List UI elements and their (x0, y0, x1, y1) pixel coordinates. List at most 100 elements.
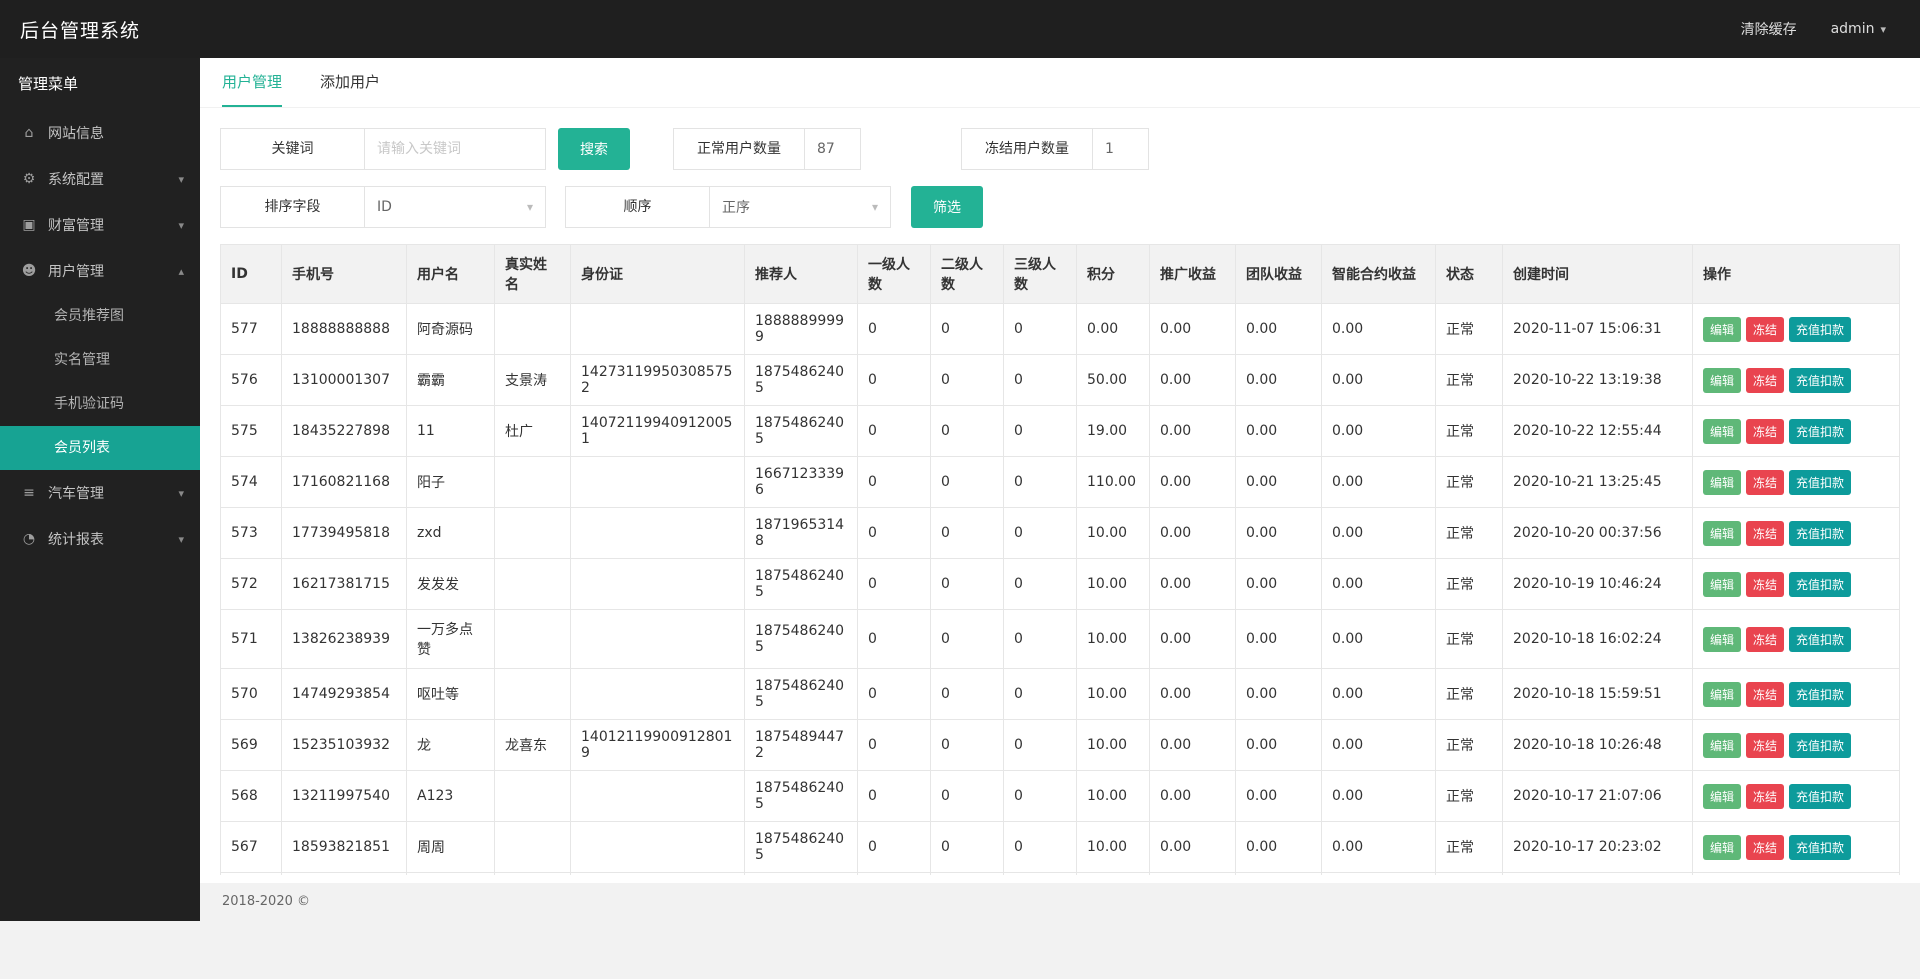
recharge-button[interactable]: 充值扣款 (1789, 572, 1851, 597)
recharge-button[interactable]: 充值扣款 (1789, 470, 1851, 495)
edit-button[interactable]: 编辑 (1703, 521, 1741, 546)
table-cell: 0.00 (1322, 304, 1436, 355)
sidebar-subitem[interactable]: 实名管理 (0, 338, 200, 382)
edit-button[interactable]: 编辑 (1703, 470, 1741, 495)
column-header: 手机号 (282, 245, 407, 304)
recharge-button[interactable]: 充值扣款 (1789, 368, 1851, 393)
table-cell (495, 508, 571, 559)
edit-button[interactable]: 编辑 (1703, 317, 1741, 342)
sidebar-item-report-stats[interactable]: ◔统计报表▾ (0, 516, 200, 562)
order-value: 正序 (722, 197, 750, 217)
sidebar-subitem[interactable]: 会员推荐图 (0, 294, 200, 338)
recharge-button[interactable]: 充值扣款 (1789, 784, 1851, 809)
chevron-up-icon: ▴ (178, 265, 184, 278)
freeze-button[interactable]: 冻结 (1746, 368, 1784, 393)
table-cell (571, 304, 745, 355)
table-cell: 2020-10-18 16:02:24 (1503, 610, 1693, 669)
order-select[interactable]: 正序 ▾ (710, 186, 891, 228)
order-label: 顺序 (565, 186, 710, 228)
table-cell: 568 (221, 771, 282, 822)
recharge-button[interactable]: 充值扣款 (1789, 521, 1851, 546)
sidebar-item-system-config[interactable]: ⚙系统配置▾ (0, 156, 200, 202)
table-cell: 正常 (1436, 355, 1503, 406)
table-cell: 573 (221, 508, 282, 559)
sidebar-item-label: 汽车管理 (48, 483, 104, 503)
sidebar-item-user-management[interactable]: ☻用户管理▴ (0, 248, 200, 294)
freeze-button[interactable]: 冻结 (1746, 470, 1784, 495)
edit-button[interactable]: 编辑 (1703, 627, 1741, 652)
edit-button[interactable]: 编辑 (1703, 682, 1741, 707)
edit-button[interactable]: 编辑 (1703, 368, 1741, 393)
table-cell: 0 (931, 822, 1004, 873)
table-cell: 0.00 (1150, 669, 1236, 720)
freeze-button[interactable]: 冻结 (1746, 835, 1784, 860)
recharge-button[interactable]: 充值扣款 (1789, 835, 1851, 860)
freeze-button[interactable]: 冻结 (1746, 682, 1784, 707)
table-cell: 0.00 (1236, 873, 1322, 876)
table-cell: 2020-10-17 21:07:06 (1503, 771, 1693, 822)
sort-field-select[interactable]: ID ▾ (365, 186, 546, 228)
sidebar-item-wealth-management[interactable]: ▣财富管理▾ (0, 202, 200, 248)
sidebar-subitem[interactable]: 手机验证码 (0, 382, 200, 426)
edit-button[interactable]: 编辑 (1703, 419, 1741, 444)
search-button[interactable]: 搜索 (558, 128, 630, 170)
chevron-down-icon: ▾ (178, 487, 184, 500)
freeze-button[interactable]: 冻结 (1746, 317, 1784, 342)
recharge-button[interactable]: 充值扣款 (1789, 317, 1851, 342)
table-cell: 10.00 (1077, 771, 1150, 822)
sidebar-subitem[interactable]: 会员列表 (0, 426, 200, 470)
freeze-button[interactable]: 冻结 (1746, 627, 1784, 652)
column-header: 真实姓名 (495, 245, 571, 304)
admin-user-menu[interactable]: admin ▾ (1831, 21, 1886, 37)
table-cell (571, 771, 745, 822)
column-header: 状态 (1436, 245, 1503, 304)
recharge-button[interactable]: 充值扣款 (1789, 419, 1851, 444)
sidebar-item-car-management[interactable]: ≡汽车管理▾ (0, 470, 200, 516)
table-cell: 110.00 (1077, 457, 1150, 508)
edit-button[interactable]: 编辑 (1703, 784, 1741, 809)
keyword-input[interactable] (365, 128, 546, 170)
recharge-button[interactable]: 充值扣款 (1789, 682, 1851, 707)
edit-button[interactable]: 编辑 (1703, 835, 1741, 860)
table-cell: 0 (931, 508, 1004, 559)
freeze-button[interactable]: 冻结 (1746, 521, 1784, 546)
table-cell: 0 (858, 873, 931, 876)
content-area: 关键词 搜索 正常用户数量 87 冻结用户数量 1 排序字段 ID ▾ (200, 108, 1920, 875)
sidebar-item-label: 网站信息 (48, 123, 104, 143)
column-header: 团队收益 (1236, 245, 1322, 304)
edit-button[interactable]: 编辑 (1703, 572, 1741, 597)
table-cell: 0 (931, 873, 1004, 876)
table-cell: 13100001307 (282, 355, 407, 406)
freeze-button[interactable]: 冻结 (1746, 733, 1784, 758)
tab[interactable]: 添加用户 (320, 58, 380, 107)
freeze-button[interactable]: 冻结 (1746, 572, 1784, 597)
keyword-label: 关键词 (220, 128, 365, 170)
table-cell: 0 (931, 457, 1004, 508)
table-cell: 正常 (1436, 771, 1503, 822)
sidebar-item-site-info[interactable]: ⌂网站信息 (0, 110, 200, 156)
table-cell: 0 (931, 406, 1004, 457)
sort-field-group: 排序字段 ID ▾ (220, 186, 546, 228)
table-cell: 0 (1004, 720, 1077, 771)
table-cell: 0.00 (1236, 304, 1322, 355)
table-row: 56915235103932龙龙喜东1401211990091280191875… (221, 720, 1900, 771)
table-cell: 2020-10-17 20:23:02 (1503, 822, 1693, 873)
normal-users-group: 正常用户数量 87 (673, 128, 861, 170)
table-cell: 0.00 (1236, 406, 1322, 457)
table-cell: 18754862405 (745, 669, 858, 720)
table-cell (571, 457, 745, 508)
recharge-button[interactable]: 充值扣款 (1789, 733, 1851, 758)
tab[interactable]: 用户管理 (222, 58, 282, 107)
filter-button[interactable]: 筛选 (911, 186, 983, 228)
actions-cell: 编辑冻结充值扣款 (1693, 559, 1900, 610)
chevron-down-icon: ▾ (872, 200, 878, 214)
clear-cache-button[interactable]: 清除缓存 (1741, 19, 1797, 39)
table-cell: 2020-11-07 15:06:31 (1503, 304, 1693, 355)
freeze-button[interactable]: 冻结 (1746, 419, 1784, 444)
freeze-button[interactable]: 冻结 (1746, 784, 1784, 809)
recharge-button[interactable]: 充值扣款 (1789, 627, 1851, 652)
table-cell: 发发发 (407, 559, 495, 610)
column-header: 二级人数 (931, 245, 1004, 304)
edit-button[interactable]: 编辑 (1703, 733, 1741, 758)
table-cell (495, 669, 571, 720)
